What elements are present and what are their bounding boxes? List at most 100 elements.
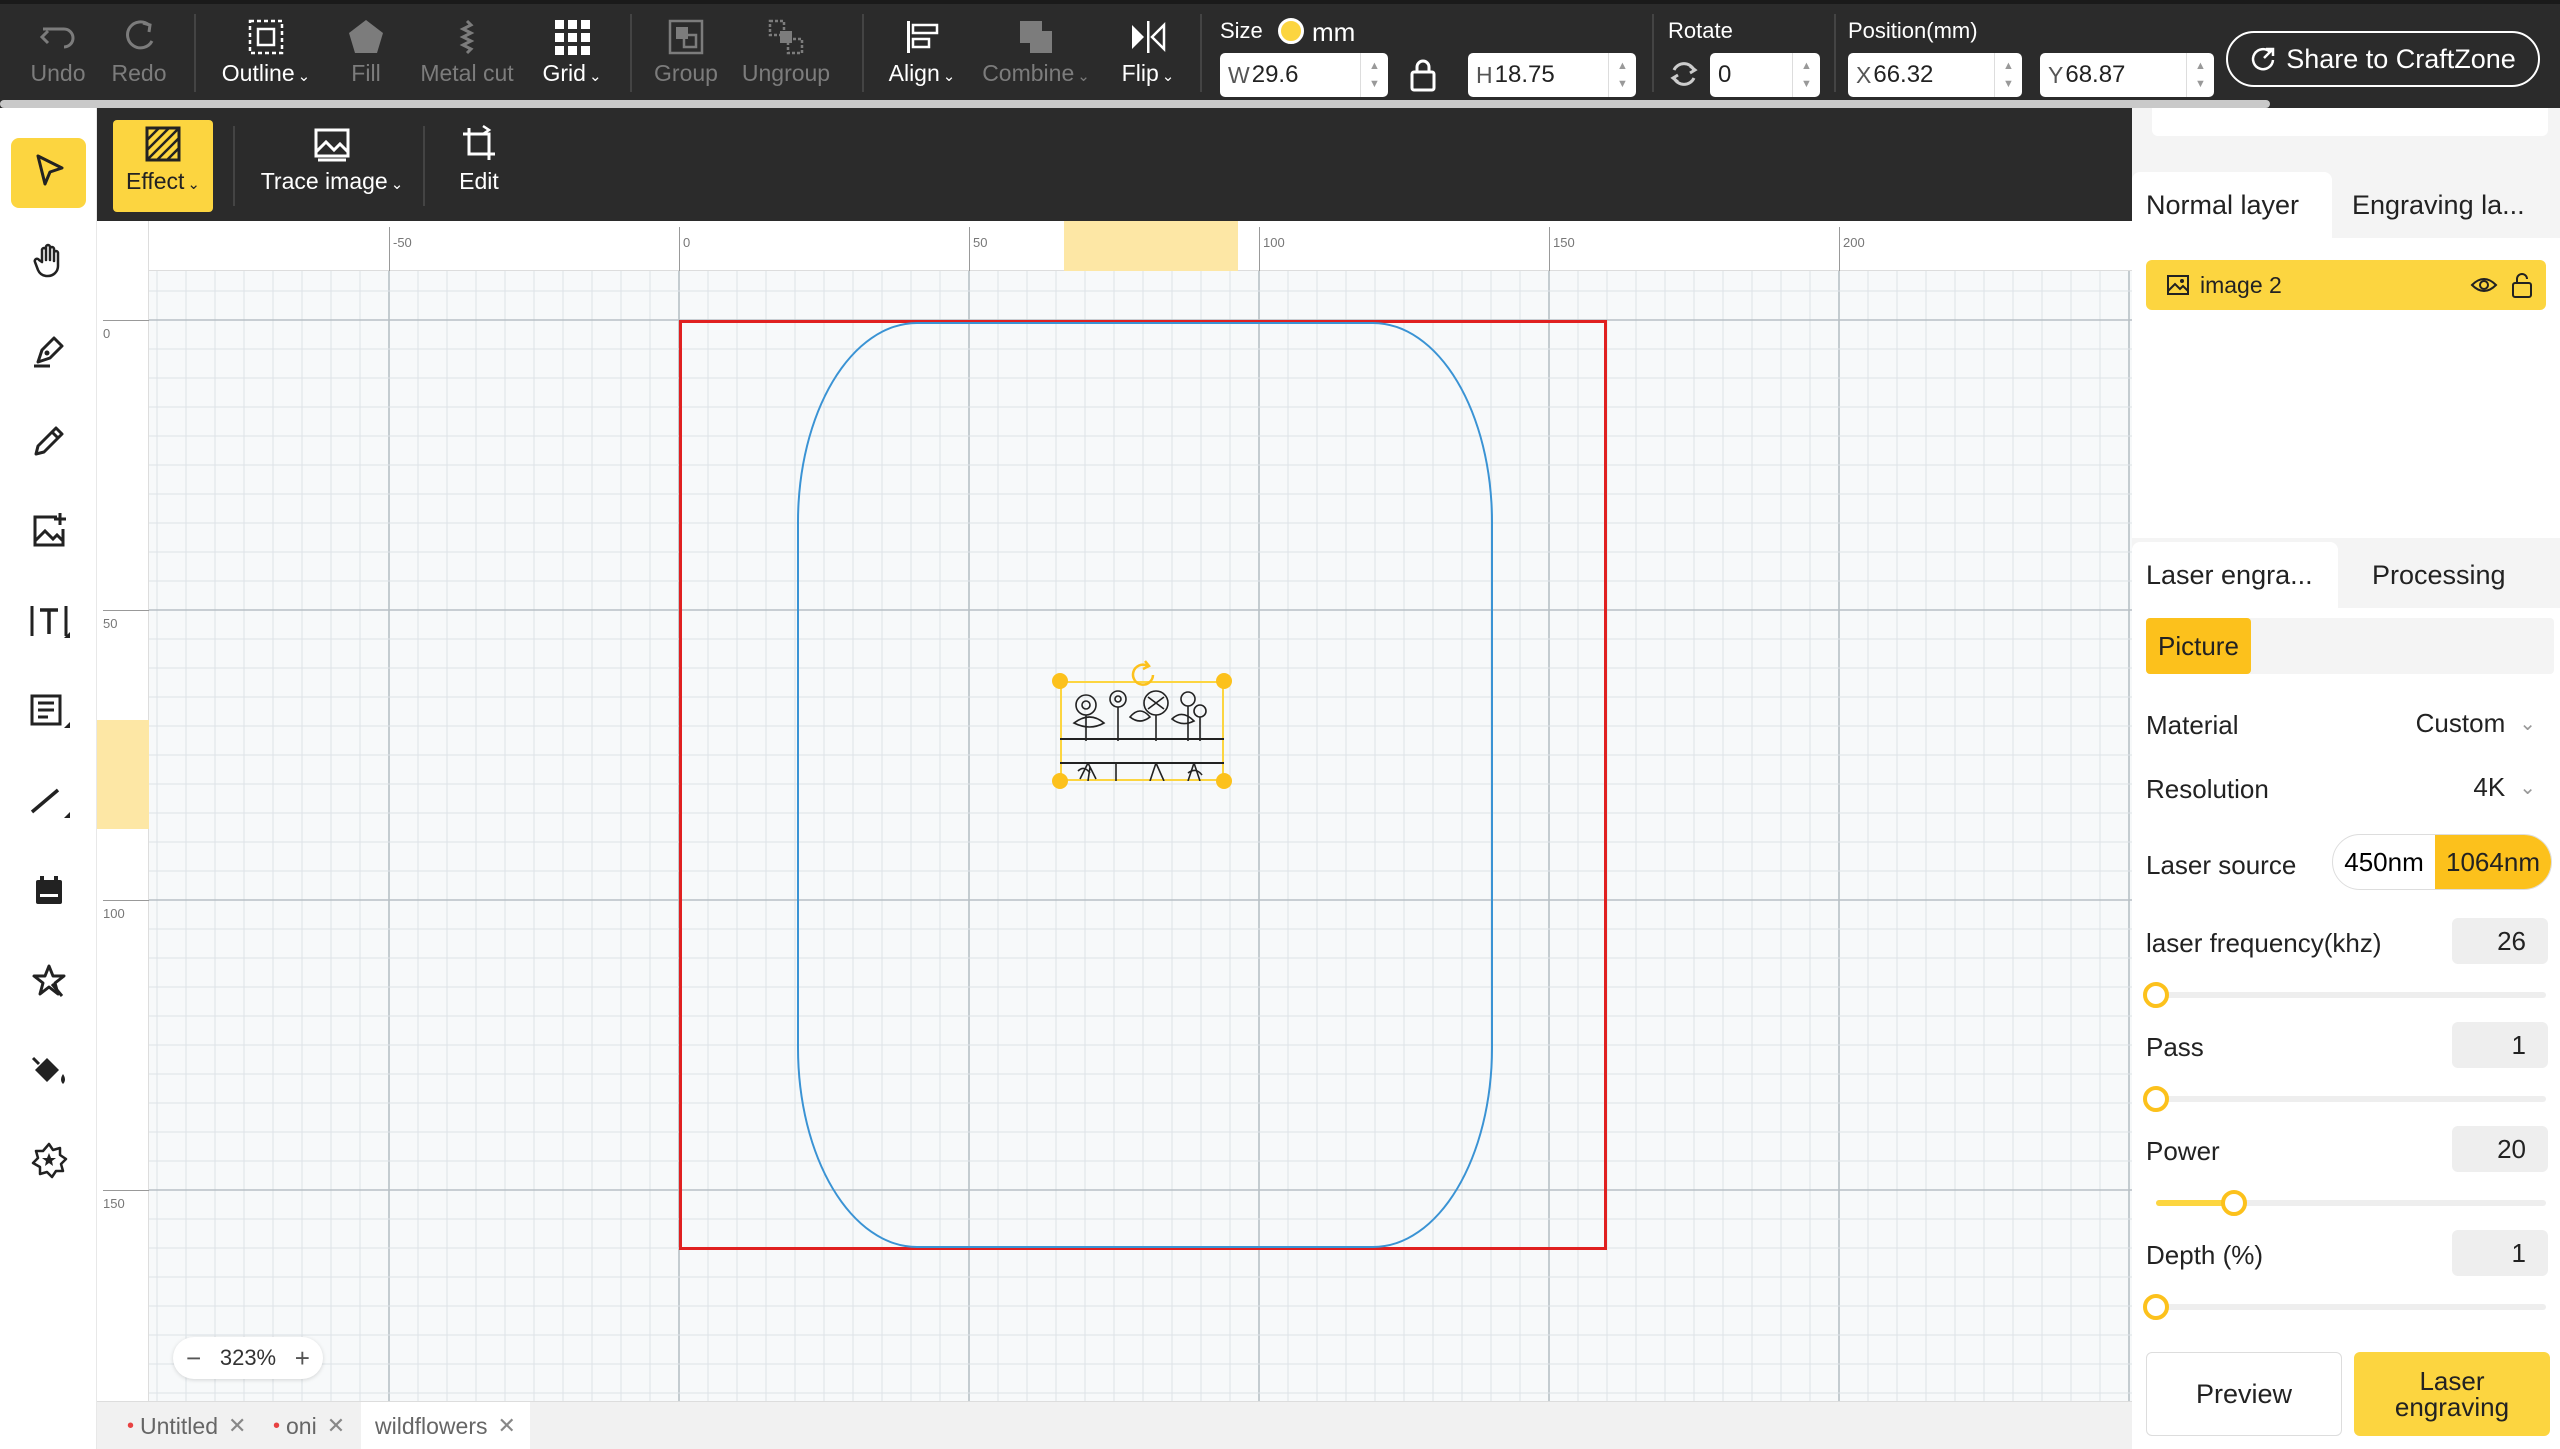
- tab-processing[interactable]: Processing: [2358, 542, 2560, 608]
- redo-label: Redo: [111, 60, 167, 86]
- edit-image-button[interactable]: Edit: [437, 120, 521, 212]
- rotate-input[interactable]: 0 ▲ ▼: [1710, 53, 1820, 97]
- shape-tool[interactable]: [11, 858, 86, 928]
- flip-label: Flip: [1121, 60, 1159, 86]
- doc-tab-untitled[interactable]: • Untitled ✕: [113, 1402, 260, 1449]
- width-input[interactable]: W 29.6 ▲ ▼: [1220, 53, 1388, 97]
- share-to-craftzone-button[interactable]: Share to CraftZone: [2226, 31, 2540, 87]
- height-input[interactable]: H 18.75 ▲ ▼: [1468, 53, 1636, 97]
- laser-source-label: Laser source: [2146, 850, 2297, 880]
- elements-tool[interactable]: [11, 1128, 86, 1198]
- depth-input[interactable]: 1: [2452, 1230, 2548, 1276]
- width-stepper[interactable]: ▲ ▼: [1360, 53, 1388, 97]
- depth-slider[interactable]: [2143, 1294, 2546, 1320]
- rounded-rectangle-shape[interactable]: [797, 322, 1493, 1248]
- combine-button[interactable]: Combine ⌄: [976, 14, 1096, 98]
- doc-tab-wildflowers[interactable]: wildflowers ✕: [361, 1402, 530, 1449]
- text-tool[interactable]: [11, 588, 86, 658]
- depth-label: Depth (%): [2146, 1240, 2264, 1270]
- unlock-icon[interactable]: [2510, 271, 2534, 299]
- picture-mode-button[interactable]: Picture: [2146, 618, 2251, 674]
- effect-button[interactable]: Effect ⌄: [113, 120, 213, 212]
- x-position-input[interactable]: X 66.32 ▲ ▼: [1848, 53, 2022, 97]
- tab-engraving-layer[interactable]: Engraving la...: [2338, 172, 2560, 238]
- tab-laser-engraving[interactable]: Laser engra...: [2132, 542, 2338, 608]
- unit-toggle[interactable]: [1278, 18, 1304, 44]
- trace-image-button[interactable]: Trace image ⌄: [247, 120, 417, 212]
- group-label: Group: [654, 60, 718, 86]
- frequency-input[interactable]: 26: [2452, 918, 2548, 964]
- image-plus-icon: [29, 511, 69, 556]
- material-label: Material: [2146, 710, 2239, 740]
- pass-input[interactable]: 1: [2452, 1022, 2548, 1068]
- fill-button[interactable]: Fill: [336, 14, 396, 98]
- barcode-tool[interactable]: [11, 678, 86, 748]
- magic-tool[interactable]: [11, 948, 86, 1018]
- power-slider[interactable]: [2156, 1190, 2546, 1216]
- undo-button[interactable]: Undo: [18, 14, 98, 98]
- zoom-out-button[interactable]: −: [179, 1343, 209, 1373]
- paint-bucket-icon: [29, 1052, 69, 1095]
- slider-handle[interactable]: [2143, 1294, 2169, 1320]
- outline-button[interactable]: Outline ⌄: [214, 14, 318, 98]
- width-value: 29.6: [1251, 61, 1299, 88]
- x-stepper[interactable]: ▲ ▼: [1994, 53, 2022, 97]
- outline-label: Outline: [221, 60, 295, 86]
- layer-item[interactable]: image 2: [2146, 260, 2546, 310]
- metal-cut-button[interactable]: Metal cut: [412, 14, 522, 98]
- tab-normal-layer[interactable]: Normal layer: [2132, 172, 2332, 238]
- toolbar-scrollbar[interactable]: [0, 100, 2270, 108]
- power-input[interactable]: 20: [2452, 1126, 2548, 1172]
- slider-handle[interactable]: [2143, 982, 2169, 1008]
- slider-handle[interactable]: [2143, 1086, 2169, 1112]
- redo-button[interactable]: Redo: [104, 14, 174, 98]
- grid-button[interactable]: Grid ⌄: [536, 14, 608, 98]
- laser-source-1064nm[interactable]: 1064nm: [2435, 835, 2551, 889]
- fill-label: Fill: [351, 60, 381, 86]
- pencil-tool[interactable]: [11, 408, 86, 478]
- y-position-input[interactable]: Y 68.87 ▲ ▼: [2040, 53, 2214, 97]
- slider-handle[interactable]: [2221, 1190, 2247, 1216]
- material-select[interactable]: Custom ⌄: [2416, 708, 2536, 739]
- pen-tool[interactable]: [11, 318, 86, 388]
- close-icon[interactable]: ✕: [228, 1413, 246, 1439]
- fill-tool[interactable]: [11, 1038, 86, 1108]
- pass-slider[interactable]: [2143, 1086, 2546, 1112]
- ruler-tick-label: 50: [973, 235, 988, 250]
- zoom-in-button[interactable]: +: [287, 1343, 317, 1373]
- height-stepper[interactable]: ▲ ▼: [1608, 53, 1636, 97]
- close-icon[interactable]: ✕: [497, 1413, 515, 1439]
- line-tool[interactable]: [11, 768, 86, 838]
- close-icon[interactable]: ✕: [327, 1413, 345, 1439]
- grid-label: Grid: [542, 60, 586, 86]
- align-button[interactable]: Align ⌄: [880, 14, 964, 98]
- horizontal-ruler: -50 0 50 100 150 200: [97, 221, 2132, 271]
- hand-tool[interactable]: [11, 228, 86, 298]
- group-button[interactable]: Group: [648, 14, 724, 98]
- ungroup-button[interactable]: Ungroup: [736, 14, 836, 98]
- pentagon-icon: [346, 14, 386, 60]
- rotate-handle-icon[interactable]: [1127, 659, 1159, 696]
- doc-tab-oni[interactable]: • oni ✕: [259, 1402, 359, 1449]
- frequency-slider[interactable]: [2143, 982, 2546, 1008]
- line-icon: [28, 782, 70, 825]
- ungroup-icon: [766, 14, 806, 60]
- flip-button[interactable]: Flip ⌄: [1112, 14, 1184, 98]
- preview-button[interactable]: Preview: [2146, 1352, 2342, 1436]
- layer-list: image 2: [2132, 238, 2560, 538]
- flip-icon: [1128, 14, 1168, 60]
- align-label: Align: [888, 60, 940, 86]
- metal-cut-icon: [457, 14, 477, 60]
- share-label: Share to CraftZone: [2286, 43, 2516, 74]
- laser-source-450nm[interactable]: 450nm: [2333, 835, 2435, 889]
- laser-engraving-button[interactable]: Laser engraving: [2354, 1352, 2550, 1436]
- redo-icon: [119, 14, 159, 60]
- select-tool[interactable]: [11, 138, 86, 208]
- design-canvas[interactable]: -50 0 50 100 150 200 0 50 100 150 − 323%…: [97, 221, 2132, 1401]
- lock-ratio-icon[interactable]: [1408, 58, 1438, 97]
- y-stepper[interactable]: ▲ ▼: [2186, 53, 2214, 97]
- rotate-stepper[interactable]: ▲ ▼: [1792, 53, 1820, 97]
- eye-icon[interactable]: [2470, 273, 2498, 297]
- resolution-select[interactable]: 4K ⌄: [2473, 772, 2536, 803]
- add-image-tool[interactable]: [11, 498, 86, 568]
